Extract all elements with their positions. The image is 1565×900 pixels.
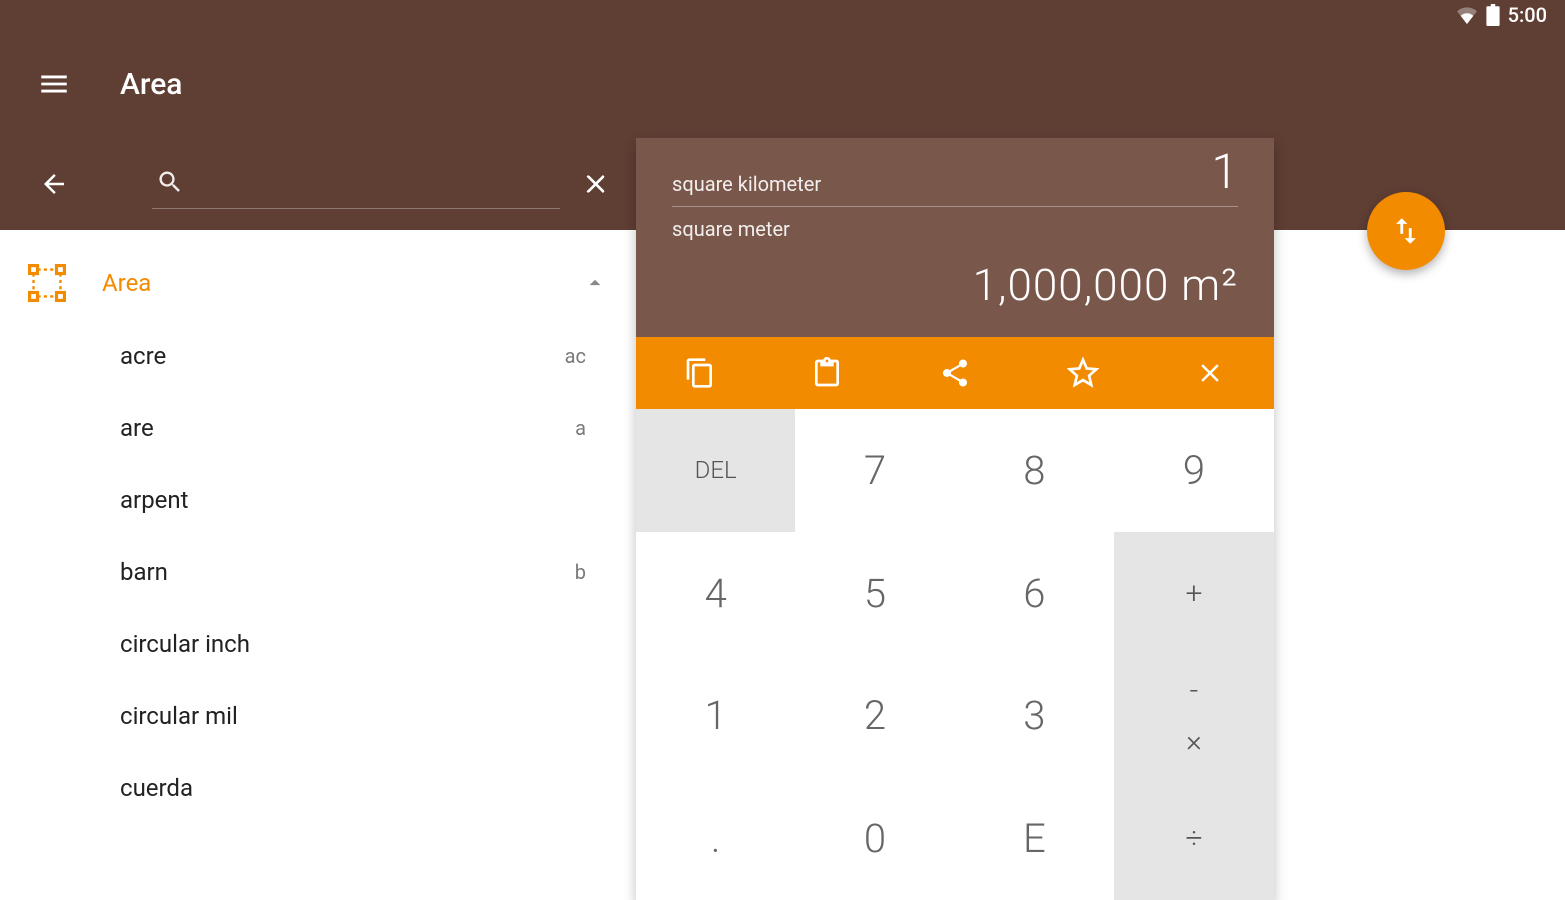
- keypad: 7 8 9 DEL 4 5 6 + 1 2 3 - × . 0 E ÷: [636, 409, 1274, 900]
- key-2[interactable]: 2: [795, 655, 954, 778]
- key-0[interactable]: 0: [795, 777, 954, 900]
- swap-fab[interactable]: [1367, 192, 1445, 270]
- paste-button[interactable]: [809, 355, 845, 391]
- unit-name: cuerda: [120, 774, 586, 802]
- key-9[interactable]: 9: [1114, 409, 1274, 532]
- unit-row-acre[interactable]: acre ac: [0, 320, 636, 392]
- close-button[interactable]: [1192, 355, 1228, 391]
- unit-name: barn: [120, 558, 575, 586]
- key-minus[interactable]: -: [1190, 673, 1199, 708]
- app-header: Area: [0, 30, 1565, 138]
- unit-name: are: [120, 414, 575, 442]
- target-unit-label: square meter: [672, 217, 1238, 241]
- unit-name: circular mil: [120, 702, 586, 730]
- key-4[interactable]: 4: [636, 532, 795, 655]
- key-1[interactable]: 1: [636, 655, 795, 778]
- key-dot[interactable]: .: [636, 777, 795, 900]
- battery-icon: [1486, 4, 1500, 26]
- unit-abbr: a: [575, 416, 586, 440]
- source-unit-label: square kilometer: [672, 172, 1211, 196]
- key-multiply[interactable]: ×: [1186, 724, 1202, 759]
- unit-abbr: ac: [565, 344, 586, 368]
- chevron-up-icon: [582, 270, 608, 296]
- key-8[interactable]: 8: [955, 409, 1114, 532]
- back-button[interactable]: [36, 166, 72, 202]
- swap-icon: [1389, 214, 1423, 248]
- unit-name: circular inch: [120, 630, 586, 658]
- source-value: 1: [1211, 148, 1238, 196]
- wifi-icon: [1456, 6, 1478, 24]
- calculator-display: square kilometer 1 square meter 1,000,00…: [636, 138, 1274, 337]
- copy-button[interactable]: [682, 355, 718, 391]
- key-plus[interactable]: +: [1114, 532, 1274, 655]
- unit-list: Area acre ac are a arpent barn b circula…: [0, 230, 636, 900]
- category-label: Area: [102, 269, 546, 297]
- clear-search-button[interactable]: [580, 168, 612, 200]
- unit-row-barn[interactable]: barn b: [0, 536, 636, 608]
- target-value: 1,000,000 m²: [672, 259, 1238, 311]
- status-bar: 5:00: [0, 0, 1565, 30]
- key-divide[interactable]: ÷: [1114, 777, 1274, 900]
- search-input[interactable]: [152, 160, 560, 209]
- unit-abbr: b: [575, 560, 586, 584]
- unit-name: acre: [120, 342, 565, 370]
- category-area[interactable]: Area: [0, 246, 636, 320]
- unit-row-arpent[interactable]: arpent: [0, 464, 636, 536]
- source-unit-row[interactable]: square kilometer 1: [672, 148, 1238, 207]
- calculator-toolbar: [636, 337, 1274, 409]
- target-unit-row[interactable]: square meter 1,000,000 m²: [672, 217, 1238, 311]
- area-icon: [28, 264, 66, 302]
- unit-row-circular-inch[interactable]: circular inch: [0, 608, 636, 680]
- share-button[interactable]: [937, 355, 973, 391]
- page-title: Area: [120, 67, 182, 102]
- search-icon: [156, 168, 184, 196]
- calculator-panel: square kilometer 1 square meter 1,000,00…: [636, 138, 1274, 900]
- unit-name: arpent: [120, 486, 586, 514]
- key-3[interactable]: 3: [955, 655, 1114, 778]
- unit-row-circular-mil[interactable]: circular mil: [0, 680, 636, 752]
- status-time: 5:00: [1508, 3, 1547, 27]
- key-7[interactable]: 7: [795, 409, 954, 532]
- menu-button[interactable]: [36, 66, 72, 102]
- key-6[interactable]: 6: [955, 532, 1114, 655]
- key-5[interactable]: 5: [795, 532, 954, 655]
- key-e[interactable]: E: [955, 777, 1114, 900]
- unit-row-are[interactable]: are a: [0, 392, 636, 464]
- search-row: [0, 138, 636, 230]
- favorite-button[interactable]: [1065, 355, 1101, 391]
- blank-area: [1274, 230, 1565, 900]
- unit-row-cuerda[interactable]: cuerda: [0, 752, 636, 824]
- key-del[interactable]: DEL: [636, 409, 795, 532]
